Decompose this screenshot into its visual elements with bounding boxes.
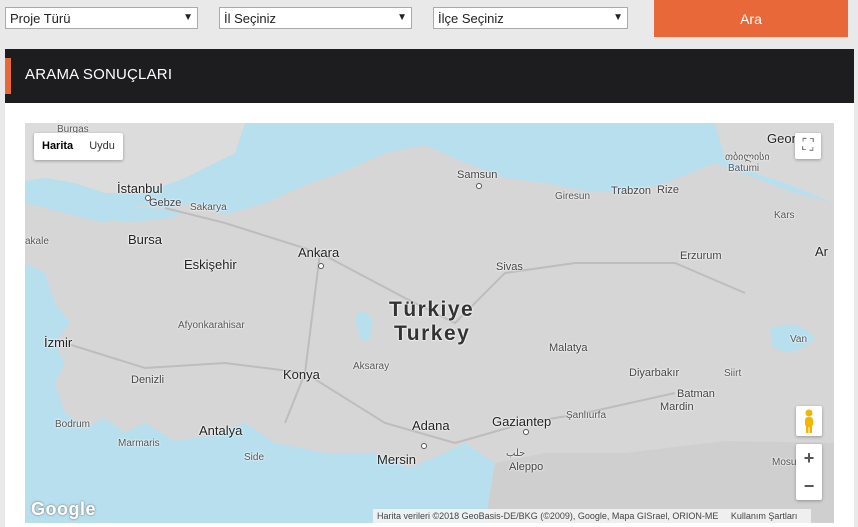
country-label: Türkiye: [389, 298, 475, 321]
chevron-down-icon: ▼: [613, 12, 623, 23]
country-label-partial: Geor: [767, 131, 796, 146]
map-type-control: Harita Uydu: [34, 133, 123, 160]
results-title: ARAMA SONUÇLARI: [25, 66, 173, 83]
city-label: Eskişehir: [184, 257, 237, 272]
city-label: Sivas: [496, 261, 523, 273]
map-attribution: Harita verileri ©2018 GeoBasis-DE/BKG (©…: [373, 509, 812, 523]
city-label: Diyarbakır: [629, 367, 680, 379]
filter-bar: Proje Türü ▼ İl Seçiniz ▼ İlçe Seçiniz ▼…: [0, 0, 858, 44]
city-label: Aksaray: [353, 361, 390, 372]
city-label: Denizli: [131, 374, 165, 386]
zoom-out-button[interactable]: −: [796, 472, 822, 500]
city-label: Trabzon: [611, 185, 651, 197]
attribution-text: Harita verileri ©2018 GeoBasis-DE/BKG (©…: [377, 511, 719, 521]
search-button[interactable]: Ara: [654, 0, 848, 37]
city-label: Side: [244, 452, 265, 463]
city-label: akale: [25, 236, 49, 247]
country-label: Turkey: [394, 322, 471, 345]
country-label-partial: Ar: [815, 244, 828, 259]
city-label: حلب: [506, 448, 526, 459]
city-label: Samsun: [457, 169, 498, 181]
city-label: Adana: [412, 418, 450, 433]
map-type-satellite-button[interactable]: Uydu: [81, 133, 123, 160]
header-accent-bar: [5, 58, 11, 94]
city-label: Mosu: [772, 457, 797, 468]
fullscreen-icon: ⛶: [802, 137, 814, 154]
map-view[interactable]: Burgas İstanbul Gebze Sakarya Bursa Eski…: [25, 123, 834, 523]
city-label: Bursa: [128, 232, 162, 247]
city-label: Aleppo: [509, 461, 544, 473]
district-value: İlçe Seçiniz: [438, 11, 504, 26]
city-label: İstanbul: [117, 181, 163, 196]
city-label: Antalya: [199, 423, 243, 438]
city-label: Afyonkarahisar: [178, 320, 245, 331]
city-label: Siirt: [724, 368, 742, 379]
city-marker: [318, 263, 324, 269]
city-label: Erzurum: [680, 250, 722, 262]
city-label: Şanlıurfa: [566, 410, 607, 421]
city-marker: [145, 195, 151, 201]
results-header: ARAMA SONUÇLARI: [5, 49, 854, 103]
city-marker: [523, 429, 529, 435]
city-label: თბილისი: [725, 152, 770, 163]
city-label: İzmir: [44, 335, 73, 350]
city-label: Mersin: [377, 452, 417, 467]
district-select[interactable]: İlçe Seçiniz ▼: [433, 7, 628, 29]
city-label: Batumi: [728, 163, 760, 174]
pegman-icon: [805, 409, 813, 433]
city-label: Batman: [677, 388, 715, 400]
zoom-in-button[interactable]: +: [796, 444, 822, 472]
province-select[interactable]: İl Seçiniz ▼: [219, 7, 412, 29]
city-marker: [421, 443, 427, 449]
city-label: Mardin: [660, 401, 694, 413]
city-label: Ankara: [298, 245, 340, 260]
map-type-map-button[interactable]: Harita: [34, 133, 81, 160]
city-label: Gebze: [149, 197, 182, 209]
city-label: Giresun: [555, 191, 591, 202]
city-label: Gaziantep: [492, 414, 552, 429]
city-label: Konya: [283, 367, 320, 382]
city-label: Bodrum: [55, 419, 91, 430]
city-label: Kars: [774, 210, 795, 221]
terms-link[interactable]: Kullanım Şartları: [731, 511, 798, 521]
project-type-value: Proje Türü: [10, 11, 71, 26]
street-view-button[interactable]: [796, 406, 822, 436]
province-value: İl Seçiniz: [224, 11, 277, 26]
city-label: Van: [790, 334, 808, 345]
project-type-select[interactable]: Proje Türü ▼: [5, 7, 198, 29]
google-logo: Google: [31, 499, 96, 519]
fullscreen-button[interactable]: ⛶: [795, 133, 821, 159]
chevron-down-icon: ▼: [397, 12, 407, 23]
chevron-down-icon: ▼: [183, 12, 193, 23]
city-label: Marmaris: [118, 438, 160, 449]
city-label: Sakarya: [190, 202, 227, 213]
city-label: Malatya: [549, 342, 588, 354]
city-label: Rize: [657, 184, 680, 196]
zoom-control: + −: [796, 444, 822, 500]
city-marker: [476, 183, 482, 189]
